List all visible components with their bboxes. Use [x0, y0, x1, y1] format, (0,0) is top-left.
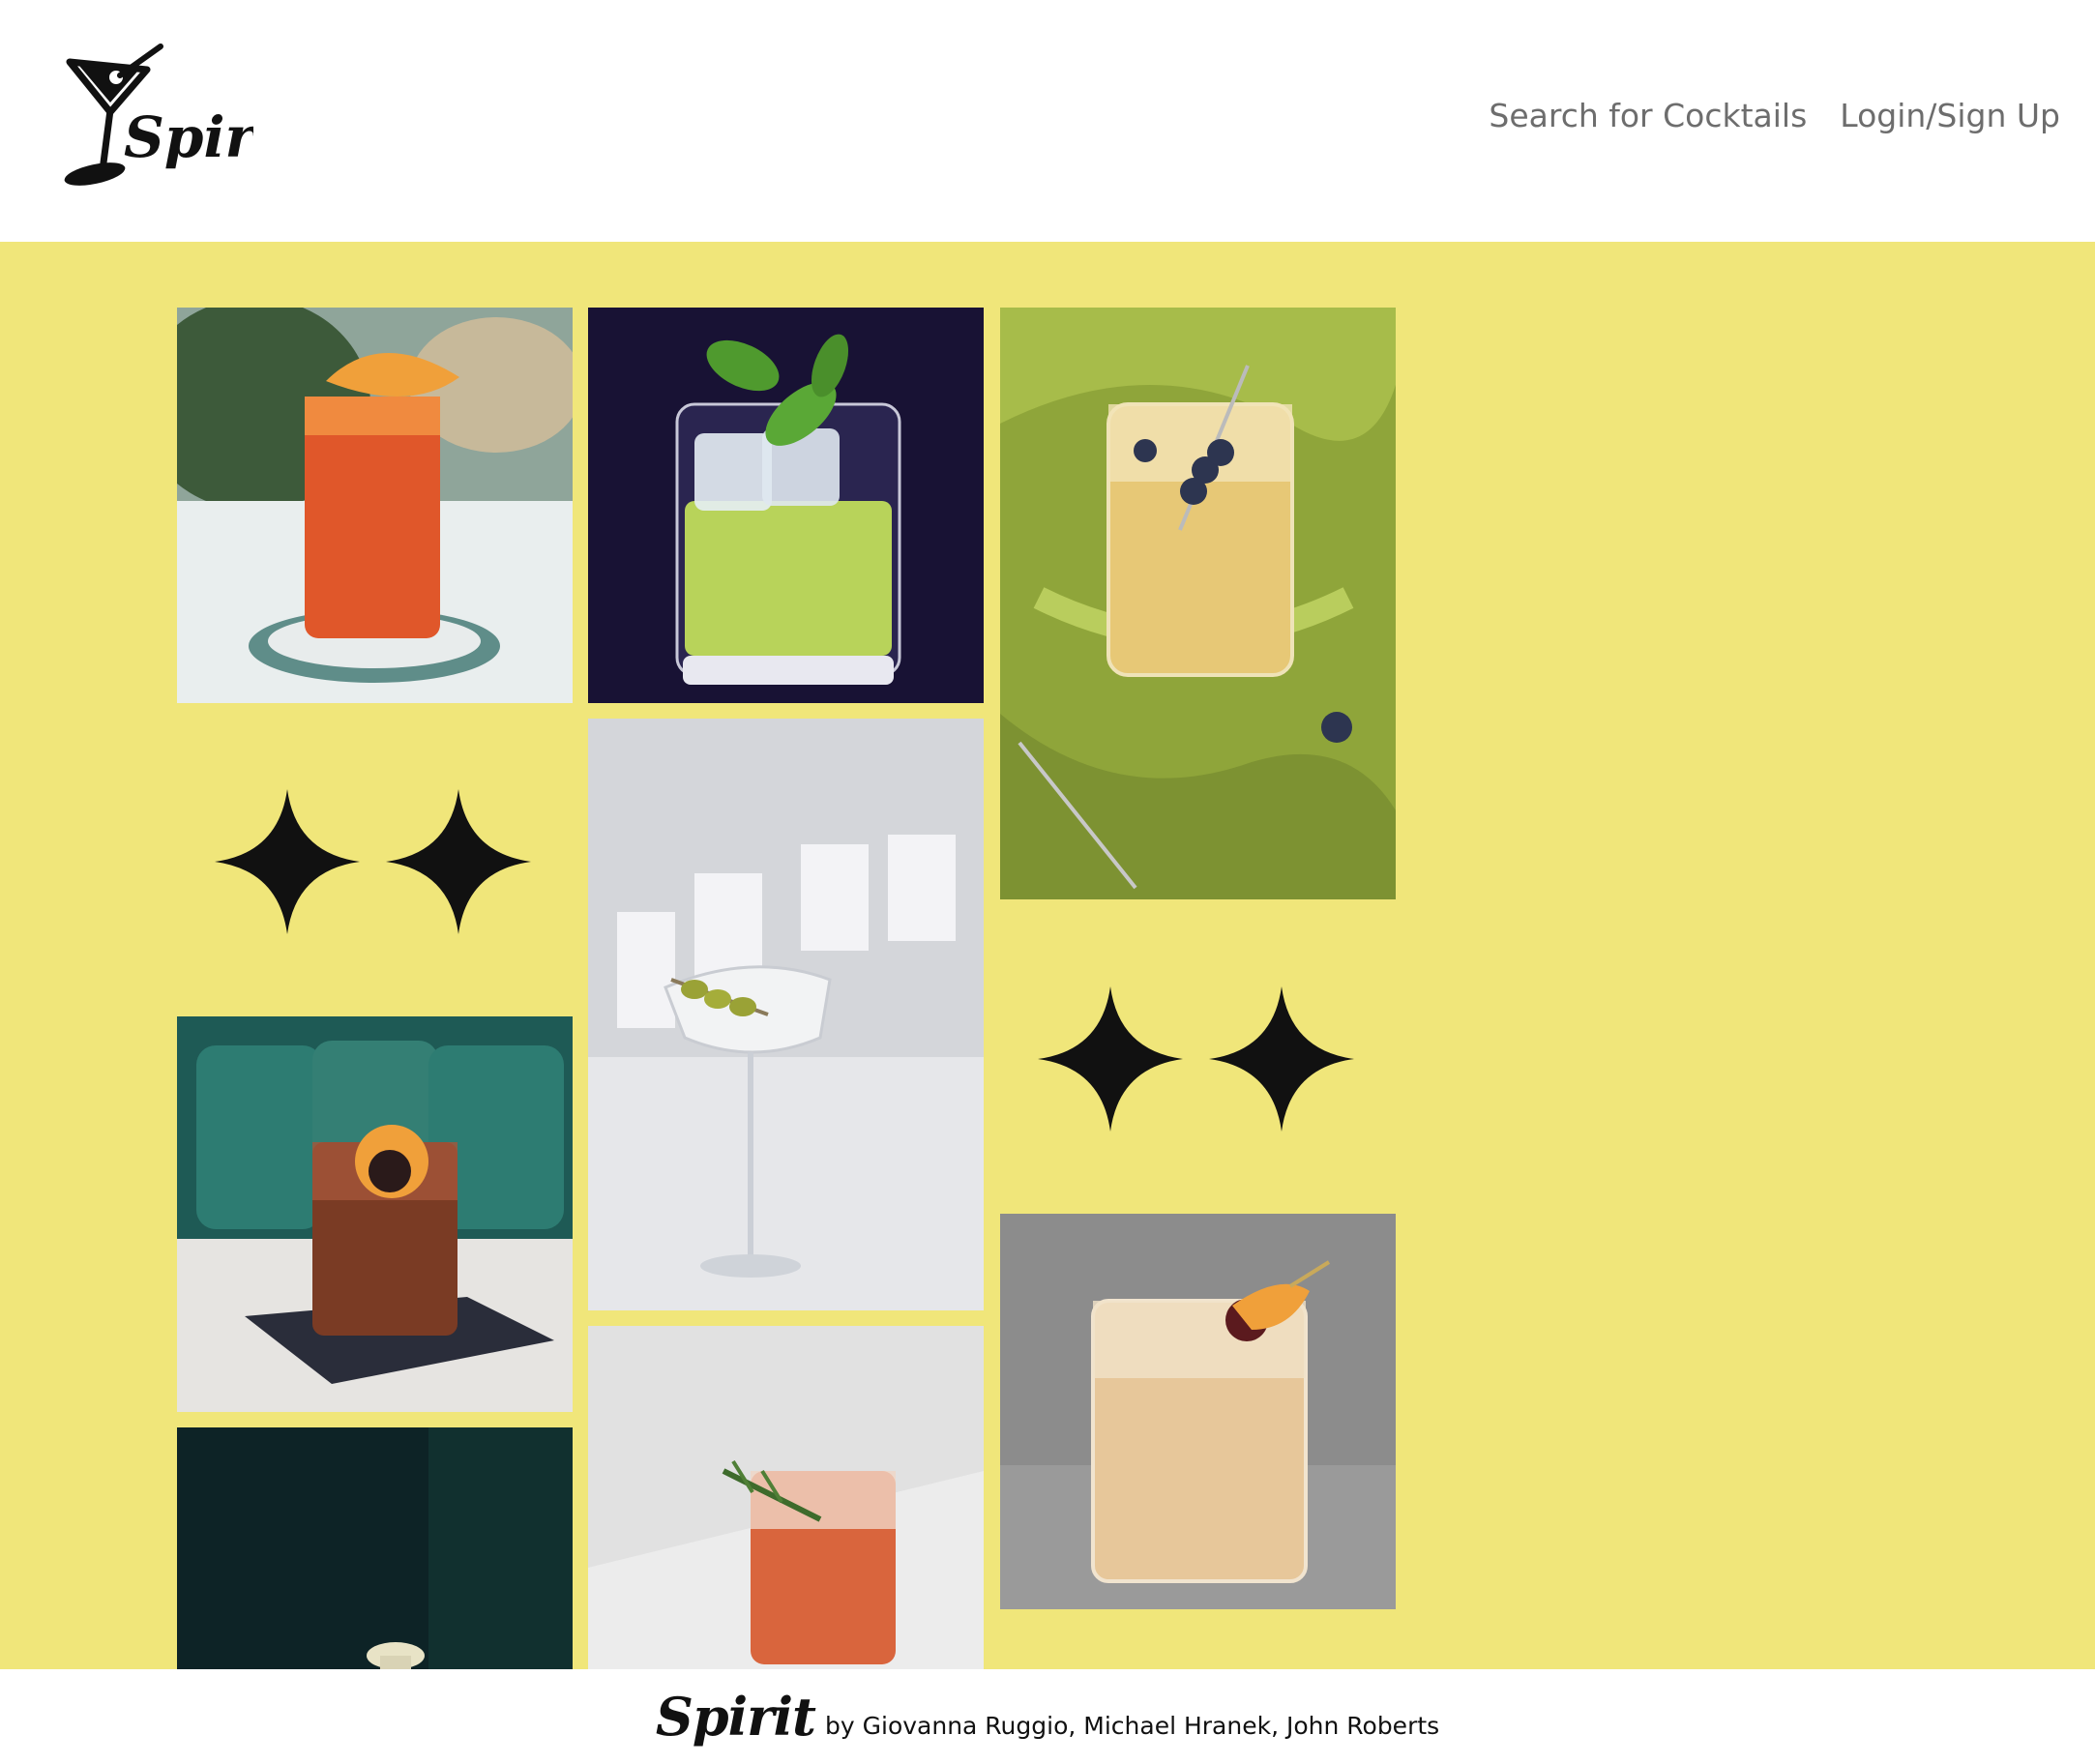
site-header: Spirit Search for Cocktails Login/Sign U…	[0, 0, 2095, 242]
blueberry-highball-cocktail[interactable]	[1000, 308, 1396, 899]
svg-text:Spirit: Spirit	[124, 104, 253, 170]
martini-glass-icon: Spirit	[64, 44, 302, 186]
site-footer: Spirit by Giovanna Ruggio, Michael Hrane…	[0, 1669, 2095, 1764]
footer-brand: Spirit	[655, 1686, 816, 1748]
login-signup-link[interactable]: Login/Sign Up	[1840, 97, 2060, 134]
orange-highball-cocktail[interactable]	[177, 308, 573, 703]
cherry-old-fashioned-cocktail[interactable]	[177, 1016, 573, 1412]
sparkle-stars-icon	[215, 789, 534, 934]
main-nav: Search for Cocktails Login/Sign Up	[1489, 97, 2060, 134]
cocktail-gallery	[0, 242, 2095, 1669]
dark-coupe-cocktail[interactable]	[177, 1427, 573, 1669]
basil-gimlet-cocktail[interactable]	[588, 308, 984, 703]
olive-martini-cocktail[interactable]	[588, 719, 984, 1310]
sparkle-stars-icon	[1038, 986, 1357, 1132]
spirit-logo[interactable]: Spirit	[60, 43, 302, 193]
whiskey-sour-cocktail[interactable]	[1000, 1214, 1396, 1609]
footer-credit: by Giovanna Ruggio, Michael Hranek, John…	[825, 1711, 1440, 1740]
search-cocktails-link[interactable]: Search for Cocktails	[1489, 97, 1807, 134]
rosemary-negroni-cocktail[interactable]	[588, 1326, 984, 1669]
